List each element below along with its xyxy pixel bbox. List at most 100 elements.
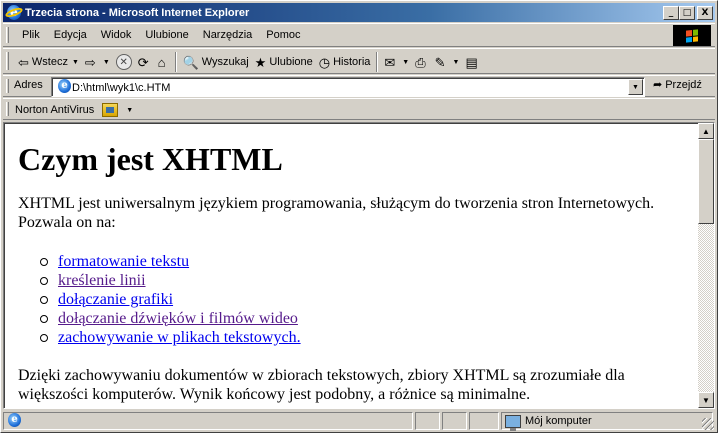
scroll-thumb[interactable]	[698, 139, 714, 224]
link-lines[interactable]: kreślenie linii	[58, 271, 146, 290]
go-label: Przejdź	[665, 78, 702, 91]
mail-icon: ✉	[384, 54, 396, 70]
back-button[interactable]: ⇦ Wstecz ▼	[15, 51, 82, 73]
toolbar-grip[interactable]	[6, 102, 9, 116]
norton-toolbar: Norton AntiVirus ▼	[3, 98, 715, 120]
page-icon: e	[57, 79, 72, 94]
my-computer-icon	[505, 414, 521, 431]
list-item: zachowywanie w plikach tekstowych.	[40, 328, 688, 347]
circle-bullet-icon	[40, 295, 48, 304]
standard-toolbar: ⇦ Wstecz ▼ ⇨ ▼ ✕ ⟳ ⌂ 🔍 Wyszukaj ★ Ulubio…	[3, 48, 715, 74]
history-label: Historia	[333, 56, 371, 68]
address-bar: Adres e ▼ ➦ Przejdź	[3, 75, 715, 97]
window-title: Trzecia strona - Microsoft Internet Expl…	[25, 6, 250, 19]
home-icon: ⌂	[157, 54, 166, 70]
list-item: dołączanie grafiki	[40, 290, 688, 309]
toolbar-separator	[376, 52, 379, 72]
search-label: Wyszukaj	[201, 56, 249, 68]
address-label: Adres	[14, 79, 43, 91]
chevron-down-icon[interactable]: ▼	[72, 59, 79, 66]
discuss-button[interactable]: ▤	[462, 51, 483, 73]
toolbar-grip[interactable]	[6, 27, 9, 43]
print-button[interactable]: ⎙	[412, 51, 431, 73]
zone-label: Mój komputer	[525, 415, 592, 427]
toolbar-grip[interactable]	[6, 52, 9, 70]
chevron-down-icon[interactable]: ▼	[402, 59, 409, 66]
forward-button[interactable]: ⇨ ▼	[82, 51, 113, 73]
minimize-button[interactable]: _	[663, 5, 679, 20]
home-button[interactable]: ⌂	[155, 51, 172, 73]
status-text-panel: e	[3, 412, 413, 430]
go-arrow-icon: ➦	[653, 79, 663, 91]
norton-antivirus-icon[interactable]	[102, 103, 119, 117]
chevron-down-icon[interactable]: ▼	[453, 59, 460, 66]
printer-icon: ⎙	[415, 54, 426, 70]
mail-button[interactable]: ✉ ▼	[381, 51, 412, 73]
status-panel	[469, 412, 499, 430]
toolbar-separator	[174, 52, 177, 72]
address-dropdown-button[interactable]: ▼	[628, 79, 643, 95]
browser-window: e Trzecia strona - Microsoft Internet Ex…	[0, 0, 718, 433]
vertical-scrollbar[interactable]: ▲ ▼	[698, 123, 714, 408]
intro-text-2: Pozwala on na:	[18, 214, 116, 231]
menu-tools[interactable]: Narzędzia	[196, 28, 260, 42]
title-bar[interactable]: e Trzecia strona - Microsoft Internet Ex…	[3, 3, 715, 22]
page-viewport[interactable]: Czym jest XHTML XHTML jest uniwersalnym …	[3, 122, 715, 409]
resize-grip[interactable]	[702, 418, 714, 430]
close-button[interactable]: X	[697, 5, 713, 20]
menu-edit[interactable]: Edycja	[47, 28, 94, 42]
back-label: Wstecz	[31, 56, 68, 68]
document-icon: ▤	[465, 54, 478, 70]
search-icon: 🔍	[182, 54, 199, 70]
toolbar-grip[interactable]	[6, 79, 9, 93]
history-icon: ◷	[318, 54, 331, 70]
windows-logo-icon	[673, 25, 711, 46]
favorites-button[interactable]: ★ Ulubione	[252, 51, 316, 73]
address-field[interactable]: e ▼	[51, 77, 645, 97]
link-formatting[interactable]: formatowanie tekstu	[58, 252, 189, 271]
search-button[interactable]: 🔍 Wyszukaj	[180, 51, 252, 73]
favorites-folder-icon: ★	[254, 54, 267, 70]
refresh-button[interactable]: ⟳	[135, 51, 155, 73]
circle-bullet-icon	[40, 333, 48, 342]
scroll-up-button[interactable]: ▲	[698, 123, 714, 139]
circle-bullet-icon	[40, 257, 48, 266]
refresh-icon: ⟳	[137, 54, 149, 70]
link-text-files[interactable]: zachowywanie w plikach tekstowych.	[58, 328, 301, 347]
menu-file[interactable]: Plik	[15, 28, 47, 42]
status-panel	[415, 412, 440, 430]
norton-antivirus-label: Norton AntiVirus	[15, 104, 95, 116]
menu-bar: Plik Edycja Widok Ulubione Narzędzia Pom…	[3, 23, 715, 47]
link-sound-video[interactable]: dołączanie dźwięków i filmów wideo	[58, 309, 298, 328]
page-heading: Czym jest XHTML	[18, 141, 283, 177]
menu-help[interactable]: Pomoc	[259, 28, 307, 42]
edit-button[interactable]: ✎ ▼	[432, 51, 463, 73]
forward-arrow-icon: ⇨	[84, 54, 96, 70]
go-button[interactable]: ➦ Przejdź	[653, 78, 702, 92]
status-panel	[442, 412, 467, 430]
address-input[interactable]	[72, 80, 620, 95]
chevron-down-icon[interactable]: ▼	[103, 59, 110, 66]
internet-explorer-icon: e	[4, 4, 24, 21]
intro-text: XHTML jest uniwersalnym językiem program…	[18, 195, 655, 212]
circle-bullet-icon	[40, 276, 48, 285]
link-graphics[interactable]: dołączanie grafiki	[58, 290, 173, 309]
maximize-button[interactable]: □	[679, 5, 695, 20]
scroll-down-button[interactable]: ▼	[698, 392, 714, 408]
edit-icon: ✎	[434, 54, 446, 70]
security-zone-panel: Mój komputer	[501, 412, 713, 431]
history-button[interactable]: ◷ Historia	[316, 51, 374, 73]
list-item: formatowanie tekstu	[40, 252, 688, 271]
circle-bullet-icon	[40, 314, 48, 323]
list-item: dołączanie dźwięków i filmów wideo	[40, 309, 688, 328]
favorites-label: Ulubione	[269, 56, 313, 68]
outro-text: Dzięki zachowywaniu dokumentów w zbiorac…	[18, 367, 625, 403]
menu-view[interactable]: Widok	[94, 28, 139, 42]
web-page-content: Czym jest XHTML XHTML jest uniwersalnym …	[18, 141, 688, 404]
back-arrow-icon: ⇦	[18, 54, 29, 70]
list-item: kreślenie linii	[40, 271, 688, 290]
stop-button[interactable]: ✕	[113, 51, 135, 73]
feature-list: formatowanie tekstu kreślenie linii dołą…	[40, 252, 688, 347]
chevron-down-icon[interactable]: ▼	[126, 107, 133, 114]
menu-favorites[interactable]: Ulubione	[138, 28, 195, 42]
